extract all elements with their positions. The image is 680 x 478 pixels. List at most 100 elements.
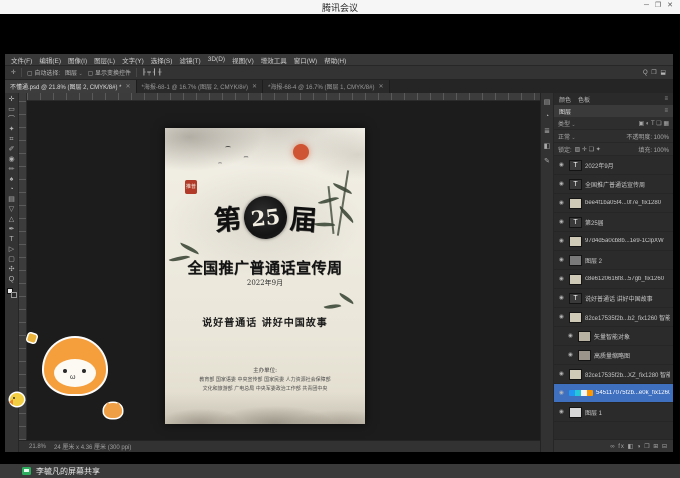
close-icon[interactable]: ✕ (252, 83, 257, 90)
visibility-eye-icon[interactable] (566, 333, 575, 339)
tool-text[interactable]: T (9, 236, 13, 243)
title-number: 25 (249, 204, 281, 232)
close-icon[interactable]: ✕ (378, 83, 383, 90)
layer-row[interactable]: 2022年9月 (554, 156, 673, 175)
layer-row[interactable]: bee4f1ba05f4...0f7e_fix1280 (554, 194, 673, 213)
layer-filter-icons[interactable]: ▣ ◐ T ❏ ▦ (579, 120, 669, 127)
menu-file[interactable]: 文件(F) (11, 55, 32, 65)
layer-row[interactable]: 高质量缩略图 (554, 346, 673, 365)
visibility-eye-icon[interactable] (557, 181, 566, 187)
tool-gradient[interactable]: ▽ (9, 206, 14, 213)
auto-select-dropdown[interactable]: 图层 (65, 68, 83, 77)
menu-type[interactable]: 文字(Y) (122, 55, 144, 65)
layer-row[interactable]: 矢量智能对象 (554, 327, 673, 346)
layer-row[interactable]: 说好普通话 讲好中国故事 (554, 289, 673, 308)
panel-icon[interactable]: ◧ (544, 142, 551, 150)
ruler-horizontal (27, 93, 540, 101)
tool-wand[interactable]: ✦ (9, 126, 15, 133)
layer-row[interactable]: 全国推广普通话宣传周 (554, 175, 673, 194)
menu-view[interactable]: 视图(V) (232, 55, 254, 65)
tool-history-brush[interactable]: ◔ (9, 186, 13, 193)
close-icon[interactable]: ✕ (125, 83, 130, 90)
visibility-eye-icon[interactable] (557, 276, 566, 282)
visibility-eye-icon[interactable] (557, 200, 566, 206)
menu-plugins[interactable]: 增效工具 (261, 55, 287, 65)
align-icons[interactable]: ┠ ┯ ┨ ╂ (142, 69, 161, 76)
visibility-eye-icon[interactable] (557, 295, 566, 301)
panel-menu-icon[interactable]: ≡ (664, 108, 668, 114)
current-tool-icon: ✛ (11, 69, 16, 76)
options-divider (136, 68, 137, 77)
layers-footer-icons[interactable]: ∞ fx ◧ ◑ ❐ ⊞ ⊟ (554, 439, 673, 452)
visibility-eye-icon[interactable] (566, 352, 575, 358)
tool-crop[interactable]: ⌗ (10, 136, 14, 143)
tool-move[interactable]: ✛ (9, 96, 15, 103)
layer-row[interactable]: 82ce17535f2b...b2_fix1260 智能对象 (554, 308, 673, 327)
filter-type-dropdown[interactable]: 类型 (558, 119, 576, 128)
layer-row[interactable]: 图层 2 (554, 251, 673, 270)
opacity-field[interactable]: 不透明度: 100% (579, 132, 669, 141)
tab-layers[interactable]: 图层 (559, 107, 571, 116)
tool-eyedropper[interactable]: ✐ (9, 146, 15, 153)
tool-shape[interactable]: ▢ (8, 256, 15, 263)
visibility-eye-icon[interactable] (557, 314, 566, 320)
layer-row[interactable]: 第25届 (554, 213, 673, 232)
blend-mode-dropdown[interactable]: 正常 (558, 132, 576, 141)
panel-menu-icon[interactable]: ≡ (664, 96, 668, 102)
window-controls[interactable]: ─ ❐ ✕ (644, 1, 675, 9)
menu-layer[interactable]: 图层(L) (94, 55, 115, 65)
visibility-eye-icon[interactable] (557, 257, 566, 263)
tab-color[interactable]: 颜色 (559, 95, 571, 104)
tab-swatches[interactable]: 色板 (578, 95, 590, 104)
layer-row[interactable]: 82ce17535f2b...XZ_fix1280 智能对象 (554, 365, 673, 384)
tool-hand[interactable]: ✣ (9, 266, 15, 273)
snack-decoration (27, 333, 37, 343)
layer-name: 82ce17535f2b...b2_fix1260 智能对象 (585, 313, 670, 322)
document-tab[interactable]: *海报-68-1 @ 16.7% (图层 2, CMYK/8#) ✕ (137, 80, 264, 93)
panels-column: 颜色 色板 ≡ 图层 ≡ 类型 ▣ ◐ T ❏ ▦ 正常 不透明度: 100% (554, 93, 673, 452)
layer-row[interactable]: 97d4d5a0cb8b...1e9-1ClpXW (554, 232, 673, 251)
tool-pen[interactable]: ✒ (9, 226, 15, 233)
visibility-eye-icon[interactable] (557, 409, 566, 415)
tool-path-select[interactable]: ▷ (9, 246, 14, 253)
visibility-eye-icon[interactable] (557, 162, 566, 168)
tool-eraser[interactable]: ▤ (8, 196, 15, 203)
menu-select[interactable]: 选择(S) (151, 55, 173, 65)
menu-edit[interactable]: 编辑(E) (39, 55, 61, 65)
lock-icons[interactable]: ▨ ✛ ❏ ✦ (575, 146, 601, 153)
menu-window[interactable]: 窗口(W) (294, 55, 317, 65)
tool-brush[interactable]: ✏ (9, 166, 15, 173)
tool-stamp[interactable]: ♠ (10, 176, 14, 183)
panel-icon[interactable]: ≣ (544, 127, 550, 135)
menu-filter[interactable]: 滤镜(T) (179, 55, 200, 65)
layer-thumbnail (569, 407, 582, 418)
color-swatches[interactable] (7, 288, 17, 298)
menu-3d[interactable]: 3D(D) (208, 56, 225, 63)
tool-lasso[interactable]: ⌒ (8, 116, 15, 123)
workspace-icons[interactable]: Q ❐ ⬓ (643, 69, 667, 76)
tool-zoom[interactable]: Q (9, 276, 14, 283)
visibility-eye-icon[interactable] (557, 371, 566, 377)
tool-marquee[interactable]: ▭ (8, 106, 15, 113)
tool-heal[interactable]: ◉ (8, 156, 14, 163)
layer-row-selected[interactable]: 545117075f2b...e0k_fix1260 (554, 384, 673, 403)
panel-icon[interactable]: ◔ (545, 113, 549, 120)
zoom-level[interactable]: 21.8% (29, 444, 46, 450)
poster-canvas[interactable]: 推普 第 25 届 全国推广普通话宣传周 2022年9月 说好普通话 (165, 128, 365, 424)
layer-row[interactable]: 图层 1 (554, 403, 673, 422)
visibility-eye-icon[interactable] (557, 238, 566, 244)
layer-row[interactable]: c8e6120616f8...57gb_fix1260 (554, 270, 673, 289)
visibility-eye-icon[interactable] (557, 219, 566, 225)
eye-right (82, 369, 86, 373)
document-tab-active[interactable]: 不懂通.psd @ 21.8% (图层 2, CMYK/8#) * ✕ (5, 80, 137, 93)
visibility-eye-icon[interactable] (557, 390, 566, 396)
panel-icon[interactable]: ▤ (544, 98, 551, 106)
auto-select-checkbox[interactable]: 自动选择: (27, 68, 60, 77)
menu-image[interactable]: 图像(I) (68, 55, 87, 65)
fill-field[interactable]: 填充: 100% (604, 145, 669, 154)
document-tab[interactable]: *海报-68-4 @ 16.7% (图层 1, CMYK/8#) ✕ (263, 80, 390, 93)
menu-help[interactable]: 帮助(H) (324, 55, 346, 65)
panel-icon[interactable]: ✎ (544, 157, 550, 165)
tool-blur[interactable]: △ (9, 216, 14, 223)
show-transform-checkbox[interactable]: 显示变换控件 (88, 68, 131, 77)
